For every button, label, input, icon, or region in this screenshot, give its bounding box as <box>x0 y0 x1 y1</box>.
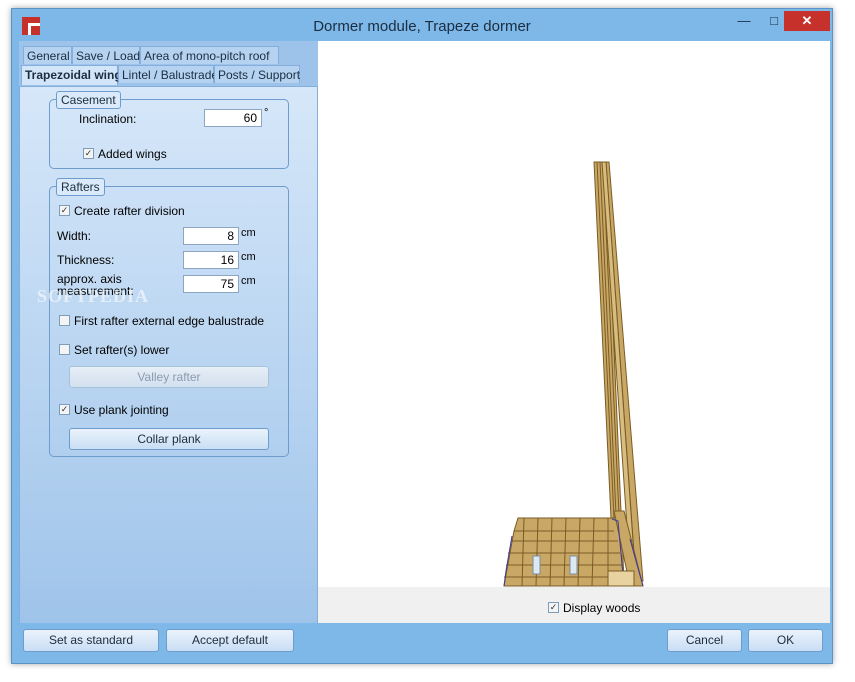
title-bar: Dormer module, Trapeze dormer — □ ✕ <box>12 9 832 41</box>
dormer-body <box>503 510 644 587</box>
axis-measurement-unit: cm <box>241 275 256 287</box>
tab-general[interactable]: General <box>23 46 72 64</box>
tab-row-2: Trapezoidal wing Lintel / Balustrade Pos… <box>19 65 318 85</box>
3d-viewport[interactable] <box>318 41 830 587</box>
tab-row-1: General Save / Load Area of mono-pitch r… <box>19 46 318 64</box>
window-title: Dormer module, Trapeze dormer <box>313 18 531 35</box>
axis-measurement-input[interactable]: 75 <box>183 275 239 293</box>
use-plank-jointing-checkbox[interactable]: ✓ <box>59 404 70 415</box>
close-button[interactable]: ✕ <box>784 11 830 31</box>
first-rafter-balustrade-checkbox[interactable] <box>59 315 70 326</box>
inclination-input[interactable]: 60 <box>204 109 262 127</box>
casement-group-title: Casement <box>56 91 121 109</box>
inclination-unit: ° <box>264 107 269 119</box>
softpedia-watermark: SOFTPEDIA <box>37 286 150 306</box>
set-as-standard-button[interactable]: Set as standard <box>23 629 159 652</box>
cancel-button[interactable]: Cancel <box>667 629 742 652</box>
added-wings-label: Added wings <box>98 147 167 161</box>
display-woods-checkbox[interactable]: ✓ <box>548 602 559 613</box>
tab-panel: Casement Inclination: 60 ° ✓ Added wings… <box>19 86 318 624</box>
added-wings-checkbox[interactable]: ✓ <box>83 148 94 159</box>
close-icon: ✕ <box>801 13 813 28</box>
dialog-window: Dormer module, Trapeze dormer — □ ✕ Gene… <box>11 8 833 664</box>
rafters-group: Rafters ✓ Create rafter division Width: … <box>49 178 289 457</box>
thickness-unit: cm <box>241 251 256 263</box>
width-label: Width: <box>57 229 92 243</box>
first-rafter-balustrade-label: First rafter external edge balustrade <box>74 314 265 328</box>
valley-rafter-button[interactable]: Valley rafter <box>69 366 269 388</box>
inclination-label: Inclination: <box>79 112 137 126</box>
dormer-model-drawing <box>503 161 644 587</box>
thickness-label: Thickness: <box>57 253 115 267</box>
width-unit: cm <box>241 227 256 239</box>
minimize-icon: — <box>737 13 751 28</box>
set-rafters-lower-checkbox[interactable] <box>59 344 70 355</box>
rafters-group-title: Rafters <box>56 178 105 196</box>
display-woods-label: Display woods <box>563 601 641 615</box>
thickness-input[interactable]: 16 <box>183 251 239 269</box>
tab-lintel-balustrade[interactable]: Lintel / Balustrade <box>118 65 218 83</box>
dialog-button-bar: Set as standard Accept default Cancel OK <box>12 623 832 663</box>
minimize-button[interactable]: — <box>730 11 758 31</box>
tab-trapezoidal-wing[interactable]: Trapezoidal wing <box>21 65 122 85</box>
accept-default-button[interactable]: Accept default <box>166 629 294 652</box>
tab-area-mono-pitch-roof[interactable]: Area of mono-pitch roof <box>140 46 279 64</box>
create-rafter-division-checkbox[interactable]: ✓ <box>59 205 70 216</box>
tab-posts-support[interactable]: Posts / Support <box>214 65 300 83</box>
casement-group: Casement Inclination: 60 ° ✓ Added wings <box>49 91 289 169</box>
viewport-footer: ✓ Display woods <box>318 587 830 623</box>
maximize-icon: □ <box>770 13 778 28</box>
settings-pane: General Save / Load Area of mono-pitch r… <box>19 41 318 624</box>
collar-plank-button[interactable]: Collar plank <box>69 428 269 450</box>
width-input[interactable]: 8 <box>183 227 239 245</box>
use-plank-jointing-label: Use plank jointing <box>74 403 169 417</box>
create-rafter-division-label: Create rafter division <box>74 204 185 218</box>
tab-save-load[interactable]: Save / Load <box>72 46 140 64</box>
set-rafters-lower-label: Set rafter(s) lower <box>74 343 170 357</box>
ok-button[interactable]: OK <box>748 629 823 652</box>
